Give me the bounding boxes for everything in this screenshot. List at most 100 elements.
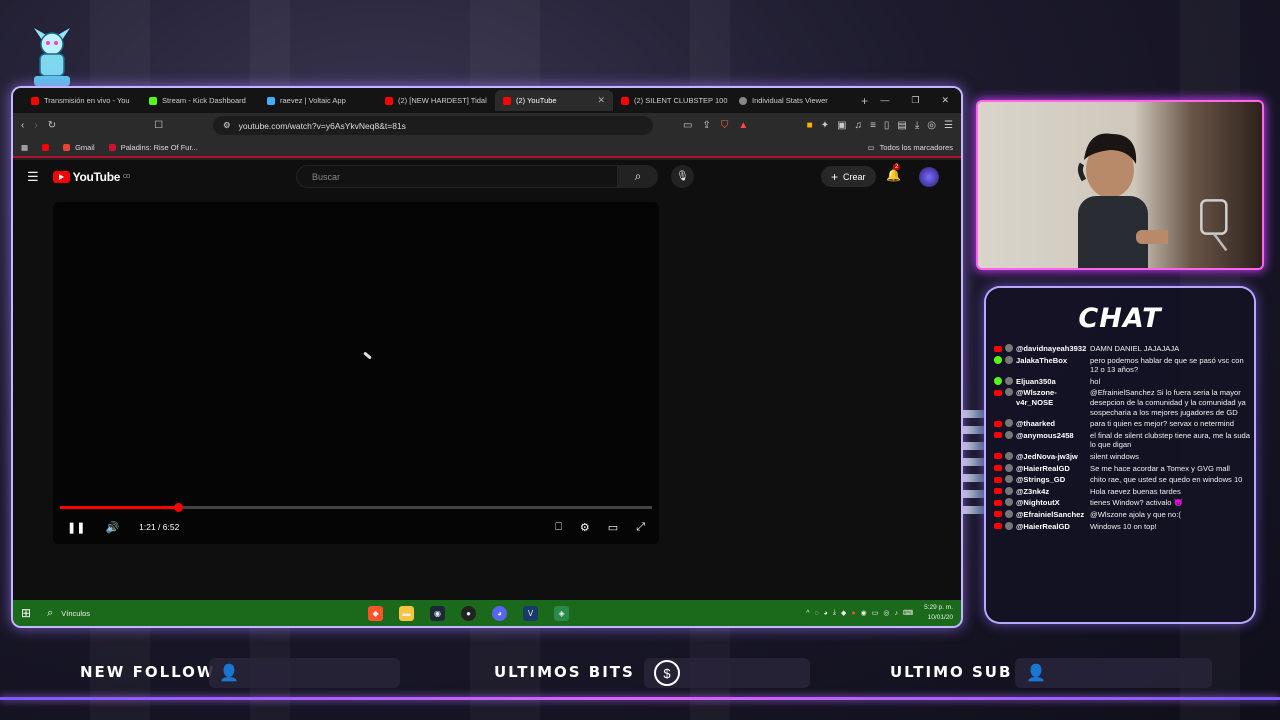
taskbar-search[interactable]: ⌕ Vínculos — [47, 607, 90, 620]
chat-username[interactable]: JalakaTheBox — [1016, 356, 1067, 366]
tray-chevron-icon[interactable]: ^ — [806, 610, 809, 617]
bookmark-icon[interactable]: ☐ — [154, 120, 163, 131]
chat-username[interactable]: @thaarked — [1016, 419, 1055, 429]
app-icon[interactable]: ◈ — [554, 605, 570, 621]
tray-wifi-icon[interactable]: ◎ — [883, 609, 889, 617]
bookmark-paladins[interactable]: Paladins: Rise Of Fur... — [108, 143, 198, 152]
chat-username[interactable]: @Z3nk4z — [1016, 487, 1049, 497]
user-plus-icon: 👤 — [1026, 665, 1046, 682]
shield-icon[interactable]: ⛉ — [721, 120, 729, 131]
extensions-icon[interactable]: ✦ — [821, 120, 829, 131]
wallet2-icon[interactable]: ▤ — [897, 120, 906, 131]
video-player[interactable]: ❚❚ 🔊 1:21 / 6:52 ⎕ ⚙ ▭ ⤢ — [53, 202, 659, 544]
back-icon[interactable]: ‹ — [21, 120, 24, 131]
tray-app2-icon[interactable]: ◆ — [841, 609, 846, 617]
youtube-logo[interactable]: YouTube CO — [52, 170, 130, 184]
voltaic-favicon-icon — [267, 96, 275, 105]
chat-username[interactable]: @Strings_GD — [1016, 475, 1065, 485]
bookmark-youtube[interactable] — [42, 143, 50, 151]
minimize-icon[interactable]: — — [880, 95, 889, 106]
windows-taskbar: ⊞ ⌕ Vínculos ◆ ▬ ◉ ● ◕ V ◈ ^ ◌ ◕ ⤓ ◆ ● ◉… — [13, 600, 961, 626]
downloads-icon[interactable]: ⤓ — [915, 120, 919, 131]
obs-icon[interactable]: ● — [461, 605, 477, 621]
tab-tidal[interactable]: (2) [NEW HARDEST] Tidal — [377, 90, 495, 111]
tab-kick-dashboard[interactable]: Stream - Kick Dashboard — [141, 90, 259, 111]
chat-username[interactable]: @EfrainielSanchez — [1016, 510, 1084, 520]
tab-voltaic[interactable]: raevez | Voltaic App — [259, 90, 377, 111]
brave-icon[interactable]: ◆ — [368, 605, 384, 621]
windows-start-icon[interactable]: ⊞ — [21, 606, 31, 620]
reload-icon[interactable]: ↻ — [48, 120, 56, 131]
user-avatar-icon — [1005, 509, 1013, 518]
chat-message: @JedNova-jw3jw silent windows — [994, 451, 1250, 462]
chat-username[interactable]: @NightoutX — [1016, 498, 1060, 508]
taskbar-clock[interactable]: 5:29 p. m. 10/01/20 — [924, 603, 953, 623]
search-input[interactable]: Buscar — [296, 165, 618, 188]
fullscreen-icon[interactable]: ⤢ — [636, 521, 645, 534]
volume-icon[interactable]: 🔊 — [105, 521, 119, 534]
tray-download-icon[interactable]: ⤓ — [833, 609, 836, 617]
steam-icon[interactable]: ◉ — [430, 605, 446, 621]
tab-kick-stream[interactable]: Transmisión en vivo - You — [23, 90, 141, 111]
close-window-icon[interactable]: ✕ — [941, 95, 949, 106]
chat-author: @anymous2458 — [994, 430, 1090, 450]
url-field[interactable]: ⚙ youtube.com/watch?v=y6AsYkvNeq8&t=81s — [213, 116, 654, 135]
youtube-logo-text: YouTube — [72, 170, 121, 184]
voice-search-button[interactable]: 🎙 — [671, 165, 694, 188]
cast-icon[interactable]: ▭ — [683, 120, 692, 131]
music-icon[interactable]: ♫ — [855, 120, 863, 131]
tray-language-icon[interactable]: ⌨ — [903, 609, 913, 617]
bookmark-gmail[interactable]: Gmail — [63, 143, 95, 152]
site-info-icon[interactable]: ⚙ — [223, 120, 231, 131]
pause-icon[interactable]: ❚❚ — [67, 521, 85, 534]
vpn-icon[interactable]: ◎ — [927, 120, 936, 131]
search-button[interactable]: ⌕ — [618, 165, 658, 188]
maximize-icon[interactable]: ❐ — [911, 95, 919, 106]
chat-username[interactable]: @HaierRealGD — [1016, 464, 1070, 474]
rewards-icon[interactable]: ▲ — [738, 120, 748, 131]
share-icon[interactable]: ⇪ — [703, 120, 711, 131]
tray-record-icon[interactable]: ● — [851, 610, 855, 617]
tab-stats-viewer[interactable]: Individual Stats Viewer — [731, 90, 849, 111]
chat-username[interactable]: @JedNova-jw3jw — [1016, 452, 1078, 462]
file-explorer-icon[interactable]: ▬ — [399, 605, 415, 621]
tray-network-icon[interactable]: ▭ — [872, 609, 879, 617]
hamburger-menu-icon[interactable]: ☰ — [27, 169, 39, 185]
tray-discord-icon[interactable]: ◕ — [824, 610, 828, 617]
bell-icon: 🔔 — [886, 168, 901, 182]
tab-silent-clubstep[interactable]: (2) SILENT CLUBSTEP 100 — [613, 90, 731, 111]
screenshot-icon[interactable]: ▣ — [837, 120, 846, 131]
youtube-platform-icon — [994, 476, 1002, 483]
browser-window: Transmisión en vivo - You Stream - Kick … — [13, 88, 961, 626]
tab-youtube-active[interactable]: (2) YouTube ✕ — [495, 90, 613, 111]
notifications-button[interactable]: 🔔 2 — [886, 164, 901, 182]
all-bookmarks[interactable]: ▭ Todos los marcadores — [868, 143, 953, 152]
chat-username[interactable]: Eljuan350a — [1016, 377, 1056, 387]
settings-icon[interactable]: ⚙ — [580, 521, 590, 534]
forward-icon[interactable]: › — [34, 120, 37, 131]
tray-steam-icon[interactable]: ◉ — [861, 609, 867, 617]
create-button[interactable]: + Crear — [821, 166, 876, 187]
tray-app-icon[interactable]: ◌ — [815, 610, 819, 617]
user-avatar-icon — [1005, 355, 1013, 364]
chat-username[interactable]: @HaierRealGD — [1016, 522, 1070, 532]
progress-bar[interactable] — [60, 503, 652, 512]
reading-list-icon[interactable]: ≡ — [870, 120, 876, 131]
subtitles-icon[interactable]: ⎕ — [555, 521, 562, 534]
wallet-icon[interactable]: ■ — [807, 120, 813, 131]
chat-username[interactable]: @davidnayeah3932 — [1016, 344, 1086, 354]
new-tab-button[interactable]: + — [861, 94, 868, 108]
scrubber-handle[interactable] — [174, 503, 184, 512]
voltaic-icon[interactable]: V — [523, 605, 539, 621]
account-avatar[interactable] — [919, 167, 939, 187]
close-tab-icon[interactable]: ✕ — [597, 95, 605, 106]
menu-icon[interactable]: ☰ — [944, 120, 953, 131]
discord-icon[interactable]: ◕ — [492, 605, 508, 621]
chat-message: @anymous2458 el final de silent clubstep … — [994, 430, 1250, 450]
chat-username[interactable]: @Wlszone-v4r_NOSE — [1016, 388, 1090, 407]
sidebar-icon[interactable]: ▯ — [884, 120, 890, 131]
chat-username[interactable]: @anymous2458 — [1016, 431, 1074, 441]
apps-grid-icon[interactable]: ▦ — [21, 143, 28, 152]
theater-mode-icon[interactable]: ▭ — [608, 521, 618, 534]
tray-volume-icon[interactable]: ♪ — [894, 610, 898, 617]
